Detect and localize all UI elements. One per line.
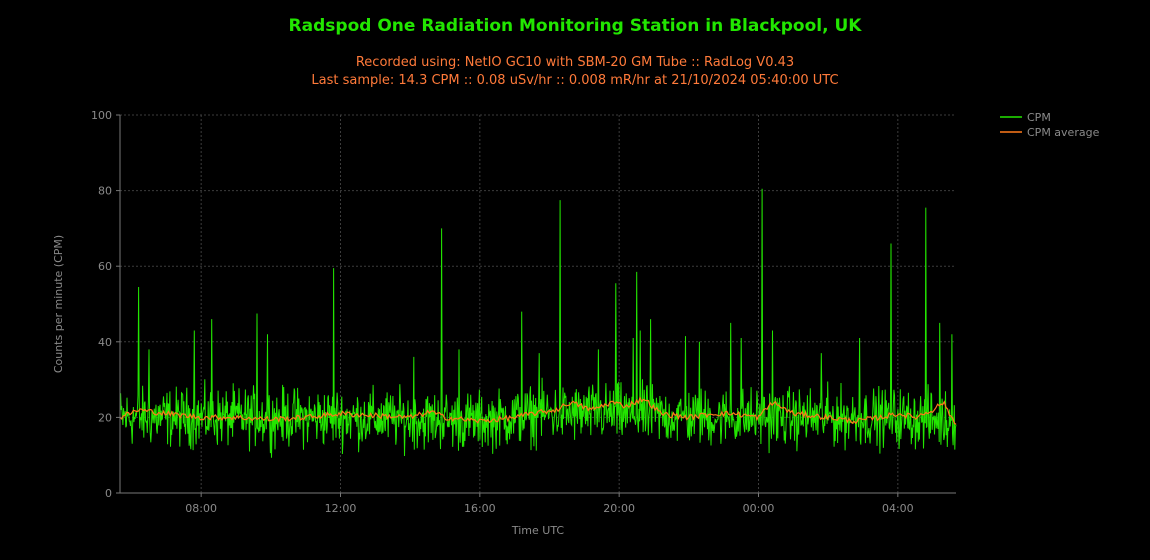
grid-lines xyxy=(120,114,956,493)
y-tick-label: 0 xyxy=(105,487,112,500)
tick-labels: 0 20 40 60 80 100 08:00 12:00 16:00 20:00 00:00 04:… xyxy=(91,109,914,515)
chart-plot: 0 20 40 60 80 100 08:00 12:00 16:00 20:00 00:00 04:… xyxy=(52,109,1100,537)
y-tick-label: 20 xyxy=(98,411,112,424)
y-tick-label: 60 xyxy=(98,260,112,273)
cpm-series xyxy=(119,188,957,458)
y-tick-label: 80 xyxy=(98,185,112,198)
x-tick-label: 16:00 xyxy=(464,502,496,515)
x-tick-label: 08:00 xyxy=(185,502,217,515)
x-tick-label: 20:00 xyxy=(603,502,635,515)
y-tick-label: 100 xyxy=(91,109,112,122)
cpm-line xyxy=(119,188,957,458)
legend: CPM CPM average xyxy=(1000,111,1100,139)
x-axis-label: Time UTC xyxy=(511,524,565,537)
x-tick-label: 04:00 xyxy=(882,502,914,515)
legend-label-average: CPM average xyxy=(1027,126,1100,139)
x-tick-label: 00:00 xyxy=(743,502,775,515)
y-axis-label: Counts per minute (CPM) xyxy=(52,235,65,373)
legend-label-cpm: CPM xyxy=(1027,111,1051,124)
y-tick-label: 40 xyxy=(98,336,112,349)
x-tick-label: 12:00 xyxy=(325,502,357,515)
